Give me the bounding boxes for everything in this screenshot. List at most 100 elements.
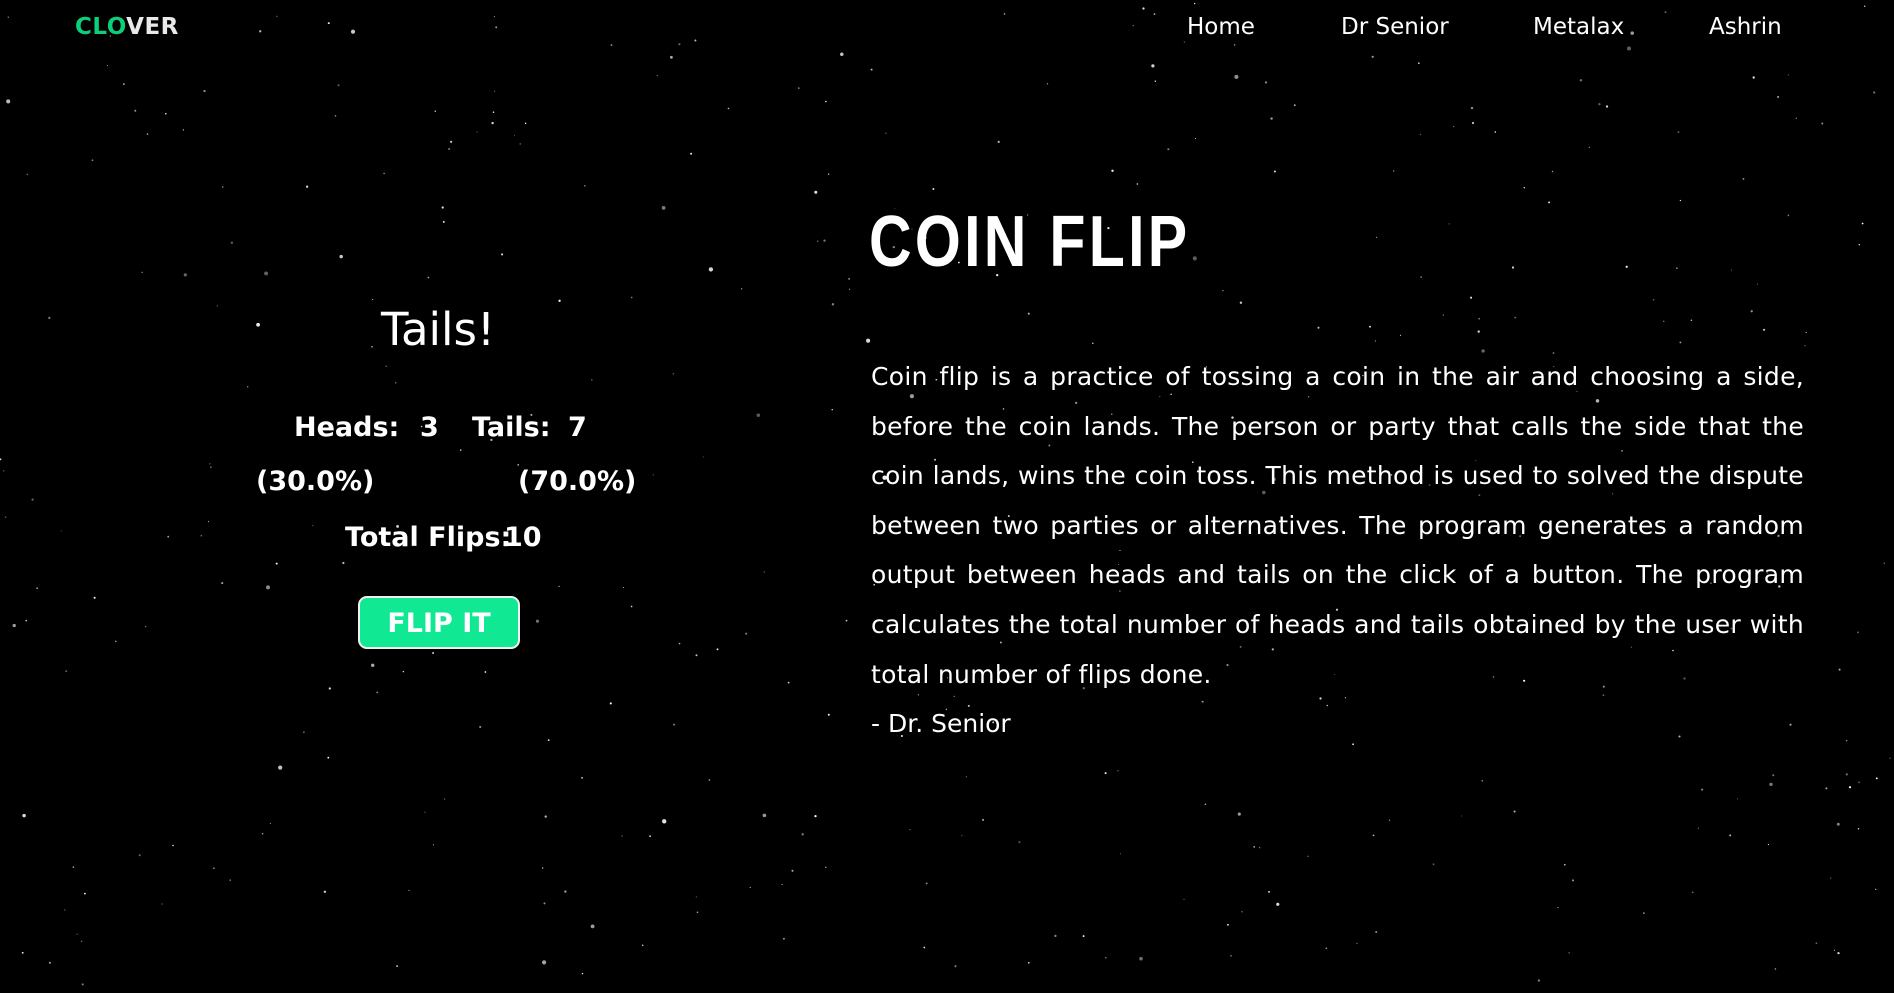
- star: [203, 90, 206, 93]
- star: [1432, 863, 1435, 866]
- star: [1082, 935, 1085, 938]
- star: [339, 254, 343, 259]
- star: [1226, 923, 1229, 926]
- nav-link-home[interactable]: Home: [1187, 11, 1255, 43]
- star: [1763, 328, 1766, 331]
- star: [1804, 344, 1806, 347]
- star: [328, 687, 331, 690]
- star: [702, 456, 704, 458]
- star: [1111, 169, 1114, 172]
- star: [264, 271, 269, 276]
- star: [1557, 907, 1559, 909]
- star: [1027, 961, 1030, 964]
- star: [1568, 952, 1570, 954]
- star: [1652, 298, 1655, 301]
- nav-link-dr-senior[interactable]: Dr Senior: [1341, 11, 1449, 43]
- star: [848, 277, 851, 280]
- star: [164, 112, 167, 115]
- star: [1222, 289, 1224, 292]
- star: [708, 267, 714, 272]
- star: [1234, 74, 1239, 79]
- star: [1204, 803, 1207, 806]
- star: [630, 296, 633, 299]
- star: [827, 713, 830, 716]
- star: [1701, 788, 1704, 791]
- star: [1478, 317, 1480, 320]
- star: [334, 115, 337, 117]
- star: [1750, 310, 1753, 313]
- star: [278, 765, 283, 770]
- star: [1167, 148, 1170, 151]
- star: [756, 413, 761, 418]
- star: [484, 671, 487, 673]
- star: [695, 896, 698, 898]
- star: [146, 133, 149, 135]
- star: [1548, 201, 1551, 204]
- star: [432, 844, 434, 846]
- star: [1046, 83, 1049, 85]
- star: [932, 188, 935, 190]
- flip-it-button[interactable]: FLIP IT: [358, 596, 520, 649]
- star: [519, 143, 522, 145]
- star: [1371, 55, 1374, 58]
- star: [1679, 199, 1682, 202]
- star: [1863, 5, 1866, 7]
- star: [275, 562, 278, 565]
- star: [229, 879, 231, 881]
- star: [672, 373, 675, 375]
- star: [954, 965, 957, 968]
- star: [209, 463, 211, 465]
- star: [630, 605, 633, 608]
- star: [1588, 146, 1590, 148]
- star: [1273, 170, 1276, 173]
- star: [1054, 934, 1057, 938]
- star: [690, 152, 693, 155]
- star: [395, 382, 397, 384]
- star: [501, 253, 504, 256]
- star: [12, 623, 16, 628]
- star: [1795, 117, 1797, 119]
- star: [48, 316, 51, 319]
- star: [450, 140, 453, 143]
- star: [840, 52, 844, 57]
- star: [448, 147, 451, 151]
- star: [909, 829, 911, 831]
- star: [1307, 855, 1309, 858]
- star: [547, 739, 550, 741]
- star: [1627, 46, 1631, 51]
- star: [543, 902, 546, 905]
- star: [200, 534, 203, 537]
- star: [925, 882, 928, 885]
- star: [1268, 891, 1270, 893]
- star: [982, 818, 985, 821]
- star: [1352, 743, 1354, 746]
- star: [1264, 81, 1268, 84]
- star: [787, 681, 790, 684]
- star: [106, 65, 108, 67]
- star: [1027, 312, 1030, 315]
- star: [221, 582, 224, 585]
- star: [1448, 223, 1450, 225]
- star: [831, 303, 835, 306]
- star: [145, 625, 147, 628]
- star: [1697, 827, 1700, 829]
- nav-link-metalax[interactable]: Metalax: [1533, 11, 1624, 43]
- star: [1369, 325, 1371, 328]
- total-flips-count: 10: [504, 522, 542, 553]
- star: [1119, 853, 1121, 855]
- page-title: COIN FLIP: [869, 202, 1191, 282]
- flip-result-text: Tails!: [380, 303, 496, 356]
- star: [114, 640, 117, 643]
- star: [323, 890, 327, 893]
- star: [1442, 314, 1444, 316]
- star: [1461, 815, 1463, 817]
- star: [1730, 269, 1732, 271]
- star: [1845, 773, 1848, 776]
- star: [1858, 781, 1860, 784]
- star: [965, 776, 968, 778]
- nav-link-ashrin[interactable]: Ashrin: [1709, 11, 1782, 43]
- star: [1376, 236, 1378, 238]
- star: [1477, 330, 1480, 333]
- star: [1399, 334, 1402, 337]
- star: [1230, 955, 1232, 957]
